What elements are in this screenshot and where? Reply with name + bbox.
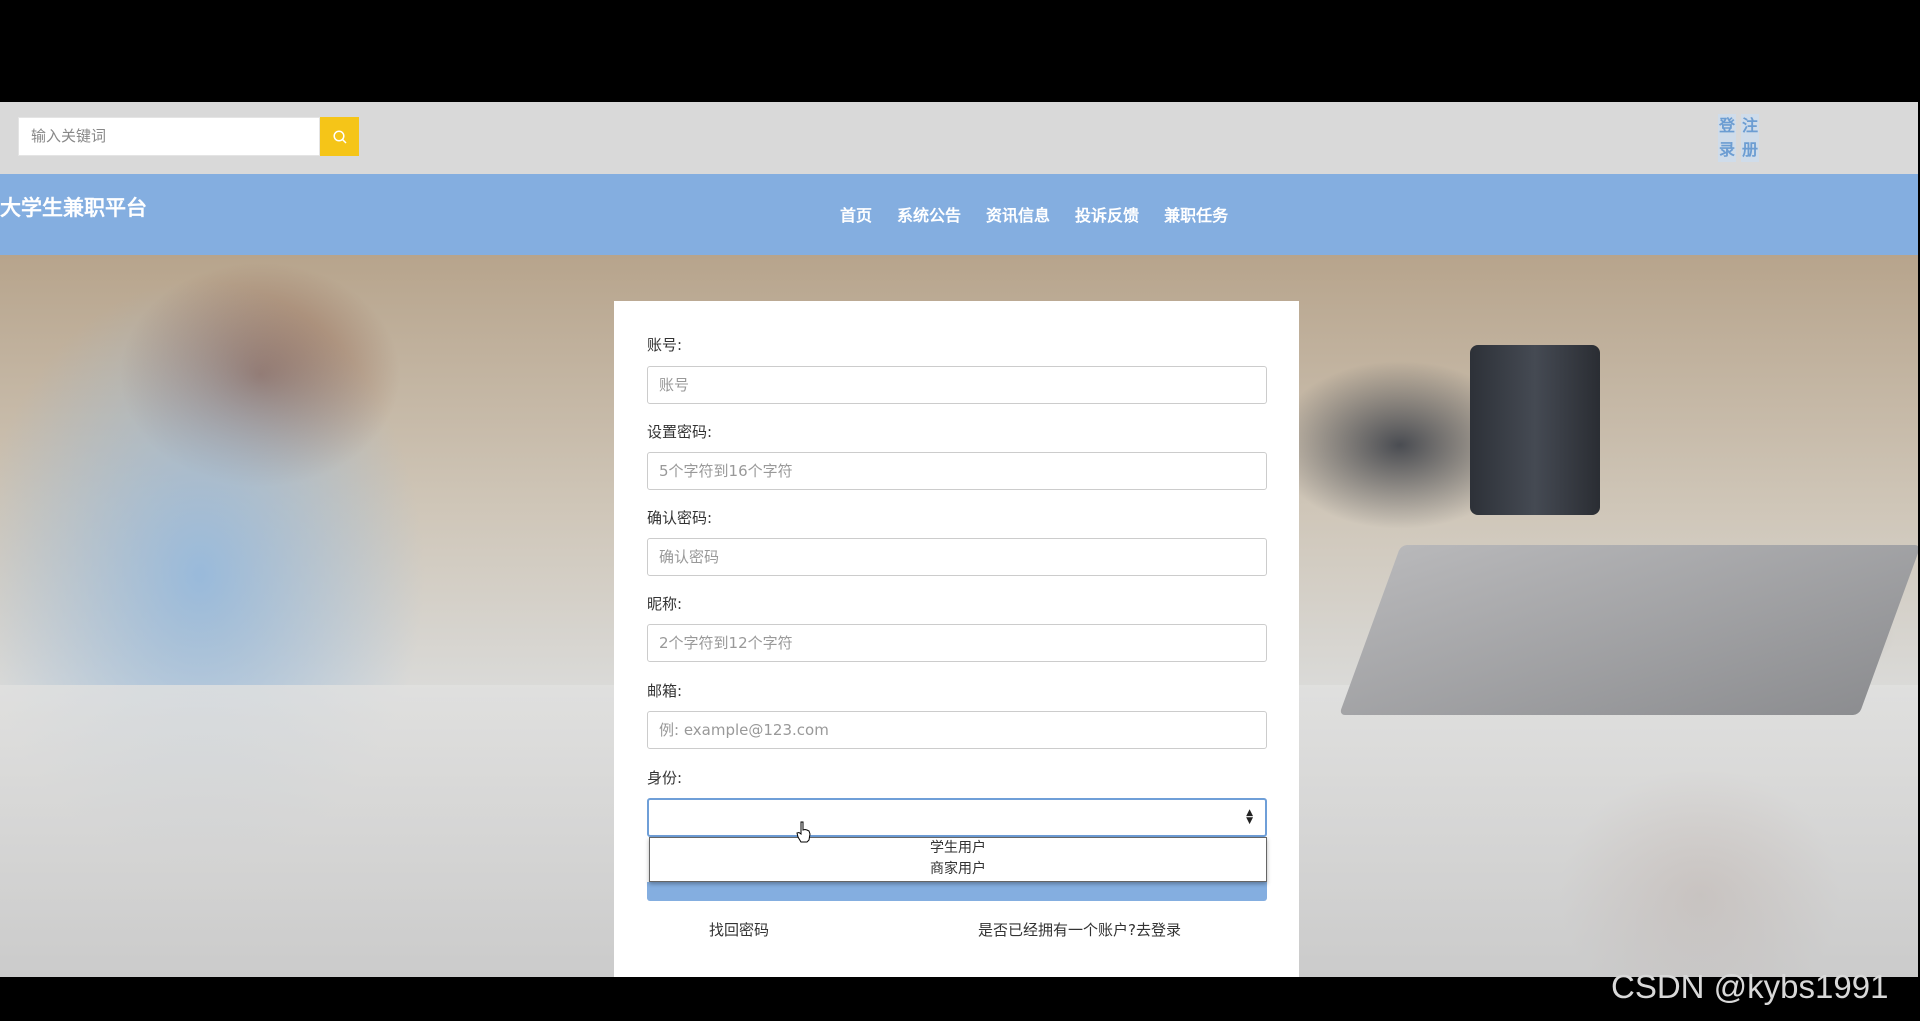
login-link[interactable]: 登录 xyxy=(1718,114,1736,162)
hero-mug-shape xyxy=(1470,345,1600,515)
nav-item-feedback[interactable]: 投诉反馈 xyxy=(1075,202,1139,226)
nickname-input[interactable]: 2个字符到12个字符 xyxy=(647,624,1267,662)
confirm-password-label: 确认密码: xyxy=(647,509,713,527)
select-arrows-icon: ▲ ▼ xyxy=(1246,808,1253,826)
hero-laptop-shape xyxy=(1339,545,1918,715)
identity-dropdown-list: 学生用户 商家用户 xyxy=(649,837,1267,882)
password-label: 设置密码: xyxy=(647,423,713,441)
register-link[interactable]: 注册 xyxy=(1741,114,1759,162)
account-input[interactable]: 账号 xyxy=(647,366,1267,404)
site-brand[interactable]: 大学生兼职平台 xyxy=(0,192,147,222)
main-navbar: 大学生兼职平台 首页 系统公告 资讯信息 投诉反馈 兼职任务 xyxy=(0,174,1918,255)
account-label: 账号: xyxy=(647,336,683,354)
confirm-password-input[interactable]: 确认密码 xyxy=(647,538,1267,576)
email-label: 邮箱: xyxy=(647,682,683,700)
auth-links: 登录 注册 xyxy=(1718,114,1759,162)
top-black-band xyxy=(0,0,1920,102)
nickname-label: 昵称: xyxy=(647,595,683,613)
register-form: 账号: 账号 设置密码: 5个字符到16个字符 确认密码: 确认密码 昵称: 2… xyxy=(614,301,1299,977)
identity-option-merchant[interactable]: 商家用户 xyxy=(650,859,1266,880)
search-icon xyxy=(332,129,347,144)
identity-label: 身份: xyxy=(647,769,683,787)
email-input[interactable]: 例: example@123.com xyxy=(647,711,1267,749)
forgot-password-link[interactable]: 找回密码 xyxy=(709,919,769,940)
identity-option-student[interactable]: 学生用户 xyxy=(650,838,1266,859)
nav-item-announcements[interactable]: 系统公告 xyxy=(897,202,961,226)
go-login-link[interactable]: 是否已经拥有一个账户?去登录 xyxy=(978,919,1181,940)
nav-menu: 首页 系统公告 资讯信息 投诉反馈 兼职任务 xyxy=(840,202,1228,226)
top-bar: 输入关键词 登录 注册 xyxy=(0,102,1918,174)
password-input[interactable]: 5个字符到16个字符 xyxy=(647,452,1267,490)
nav-item-home[interactable]: 首页 xyxy=(840,202,872,226)
nav-item-news[interactable]: 资讯信息 xyxy=(986,202,1050,226)
identity-select[interactable]: ▲ ▼ xyxy=(647,798,1267,837)
watermark-text: CSDN @kybs1991 xyxy=(1611,968,1889,1005)
nav-item-part-time-tasks[interactable]: 兼职任务 xyxy=(1164,202,1228,226)
search-button[interactable] xyxy=(320,117,359,156)
register-submit-button[interactable] xyxy=(647,882,1267,901)
search-input[interactable]: 输入关键词 xyxy=(18,117,320,156)
hand-cursor-icon xyxy=(796,821,811,843)
